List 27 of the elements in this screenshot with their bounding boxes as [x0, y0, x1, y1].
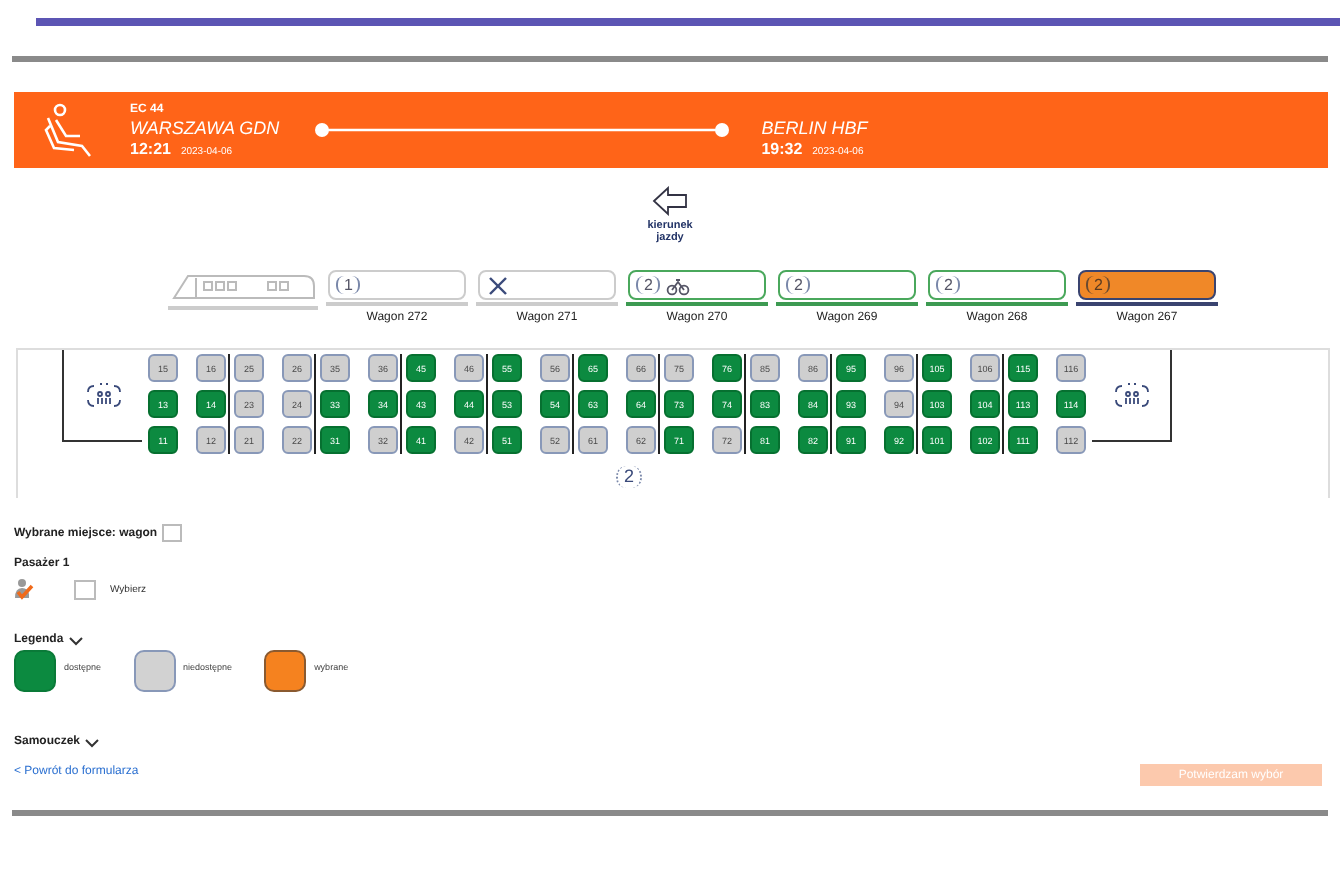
arrival-station: BERLIN HBF	[761, 118, 868, 138]
wagon-tab[interactable]: 1	[328, 270, 466, 300]
class-badge: 2	[786, 276, 811, 294]
wagon-tab[interactable]: 2	[928, 270, 1066, 300]
locomotive-icon	[168, 270, 318, 304]
bicycle-icon	[666, 275, 691, 295]
legend-swatch	[133, 650, 176, 692]
class-badge: 1	[336, 276, 361, 294]
wagon-tab[interactable]: 2	[1078, 270, 1216, 300]
toilet-icon	[83, 380, 123, 410]
wagon-field[interactable]	[161, 524, 182, 542]
legend-swatch	[264, 650, 307, 692]
toilet-icon	[1111, 380, 1151, 410]
choose-checkbox[interactable]	[74, 579, 96, 599]
wagon-tab[interactable]: 2	[778, 270, 916, 300]
arrival-time: 19:32	[761, 140, 803, 158]
class-badge: 2	[936, 276, 961, 294]
departure-time: 12:21	[130, 139, 171, 157]
wagon-tab[interactable]: 2	[628, 270, 766, 300]
passenger-check-icon	[14, 578, 34, 600]
chevron-icon	[84, 737, 101, 747]
class-badge: 2	[636, 276, 661, 294]
class-badge: 2	[1086, 276, 1111, 294]
departure-station: WARSZAWA GDN	[130, 117, 280, 137]
legend-swatch	[14, 650, 56, 692]
direction-arrow-icon	[652, 186, 688, 216]
wagon-tab[interactable]	[478, 270, 616, 300]
